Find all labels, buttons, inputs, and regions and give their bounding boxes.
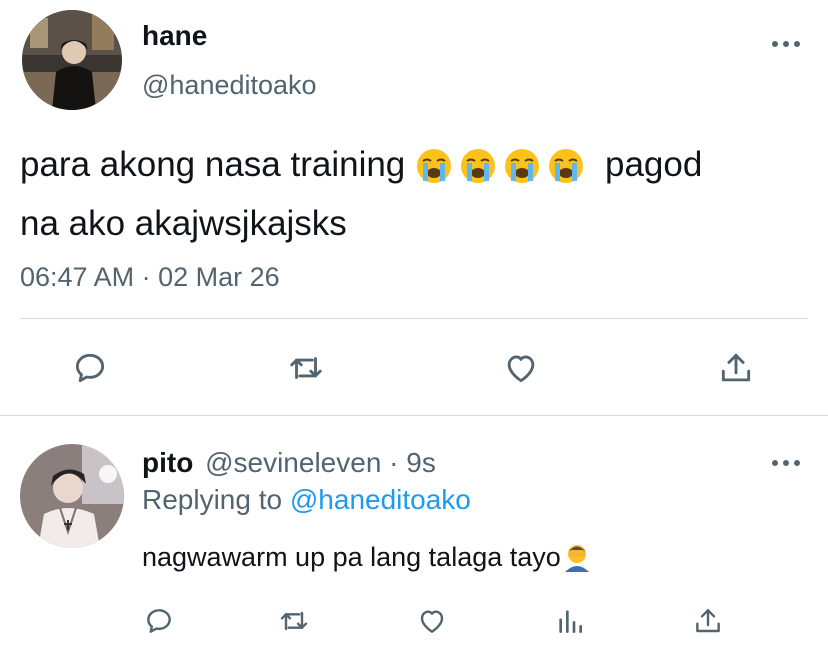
main-tweet-text: para akong nasa training pagod na ako ak… <box>20 140 810 249</box>
like-icon <box>420 610 444 633</box>
views-icon <box>559 610 582 633</box>
replying-to-label: Replying to <box>142 484 290 515</box>
main-reply-button[interactable] <box>68 346 112 390</box>
main-retweet-button[interactable] <box>284 346 328 390</box>
reply-tweet-text-body: nagwawarm up pa lang talaga tayo <box>142 542 561 572</box>
reply-tweet-handle-time[interactable]: @sevineleven · 9s <box>205 447 436 478</box>
reply-tweet-avatar[interactable] <box>20 444 124 548</box>
main-tweet-text-start: para akong nasa training <box>20 145 415 184</box>
more-icon <box>772 460 800 466</box>
reply-tweet-text: nagwawarm up pa lang talaga tayo <box>142 540 593 579</box>
more-icon <box>772 41 800 47</box>
main-tweet-divider <box>20 318 808 319</box>
reply-like-button[interactable] <box>413 602 451 640</box>
retweet-icon <box>290 357 322 379</box>
main-tweet-display-name[interactable]: hane <box>142 20 207 52</box>
thread-divider <box>0 415 828 416</box>
share-icon <box>721 353 751 382</box>
person-facepalming-icon <box>561 540 593 579</box>
reply-tweet-display-name[interactable]: pito <box>142 447 193 478</box>
main-tweet-more-button[interactable] <box>768 32 804 56</box>
main-tweet-avatar[interactable] <box>22 10 122 110</box>
reply-views-button[interactable] <box>551 602 589 640</box>
reply-reply-button[interactable] <box>140 602 178 640</box>
like-icon <box>507 355 535 383</box>
main-tweet-text-line2: na ako akajwsjkajsks <box>20 204 347 243</box>
reply-tweet-header: pito @sevineleven · 9s <box>142 447 436 479</box>
main-share-button[interactable] <box>714 346 758 390</box>
retweet-icon <box>280 611 308 631</box>
main-tweet-handle[interactable]: @haneditoako <box>142 70 317 101</box>
main-tweet-text-end: pagod <box>605 145 703 184</box>
loudly-crying-face-icon <box>547 147 585 199</box>
replying-to-handle-link[interactable]: @haneditoako <box>290 484 471 515</box>
reply-icon <box>75 353 105 383</box>
reply-share-button[interactable] <box>689 602 727 640</box>
main-tweet-timestamp[interactable]: 06:47 AM · 02 Mar 26 <box>20 262 280 293</box>
loudly-crying-face-icon <box>415 147 453 199</box>
loudly-crying-face-icon <box>459 147 497 199</box>
reply-retweet-button[interactable] <box>275 602 313 640</box>
replying-to-line: Replying to @haneditoako <box>142 484 471 516</box>
reply-tweet-more-button[interactable] <box>768 451 804 475</box>
main-like-button[interactable] <box>499 346 543 390</box>
share-icon <box>696 609 720 633</box>
reply-icon <box>147 609 171 633</box>
loudly-crying-face-icon <box>503 147 541 199</box>
